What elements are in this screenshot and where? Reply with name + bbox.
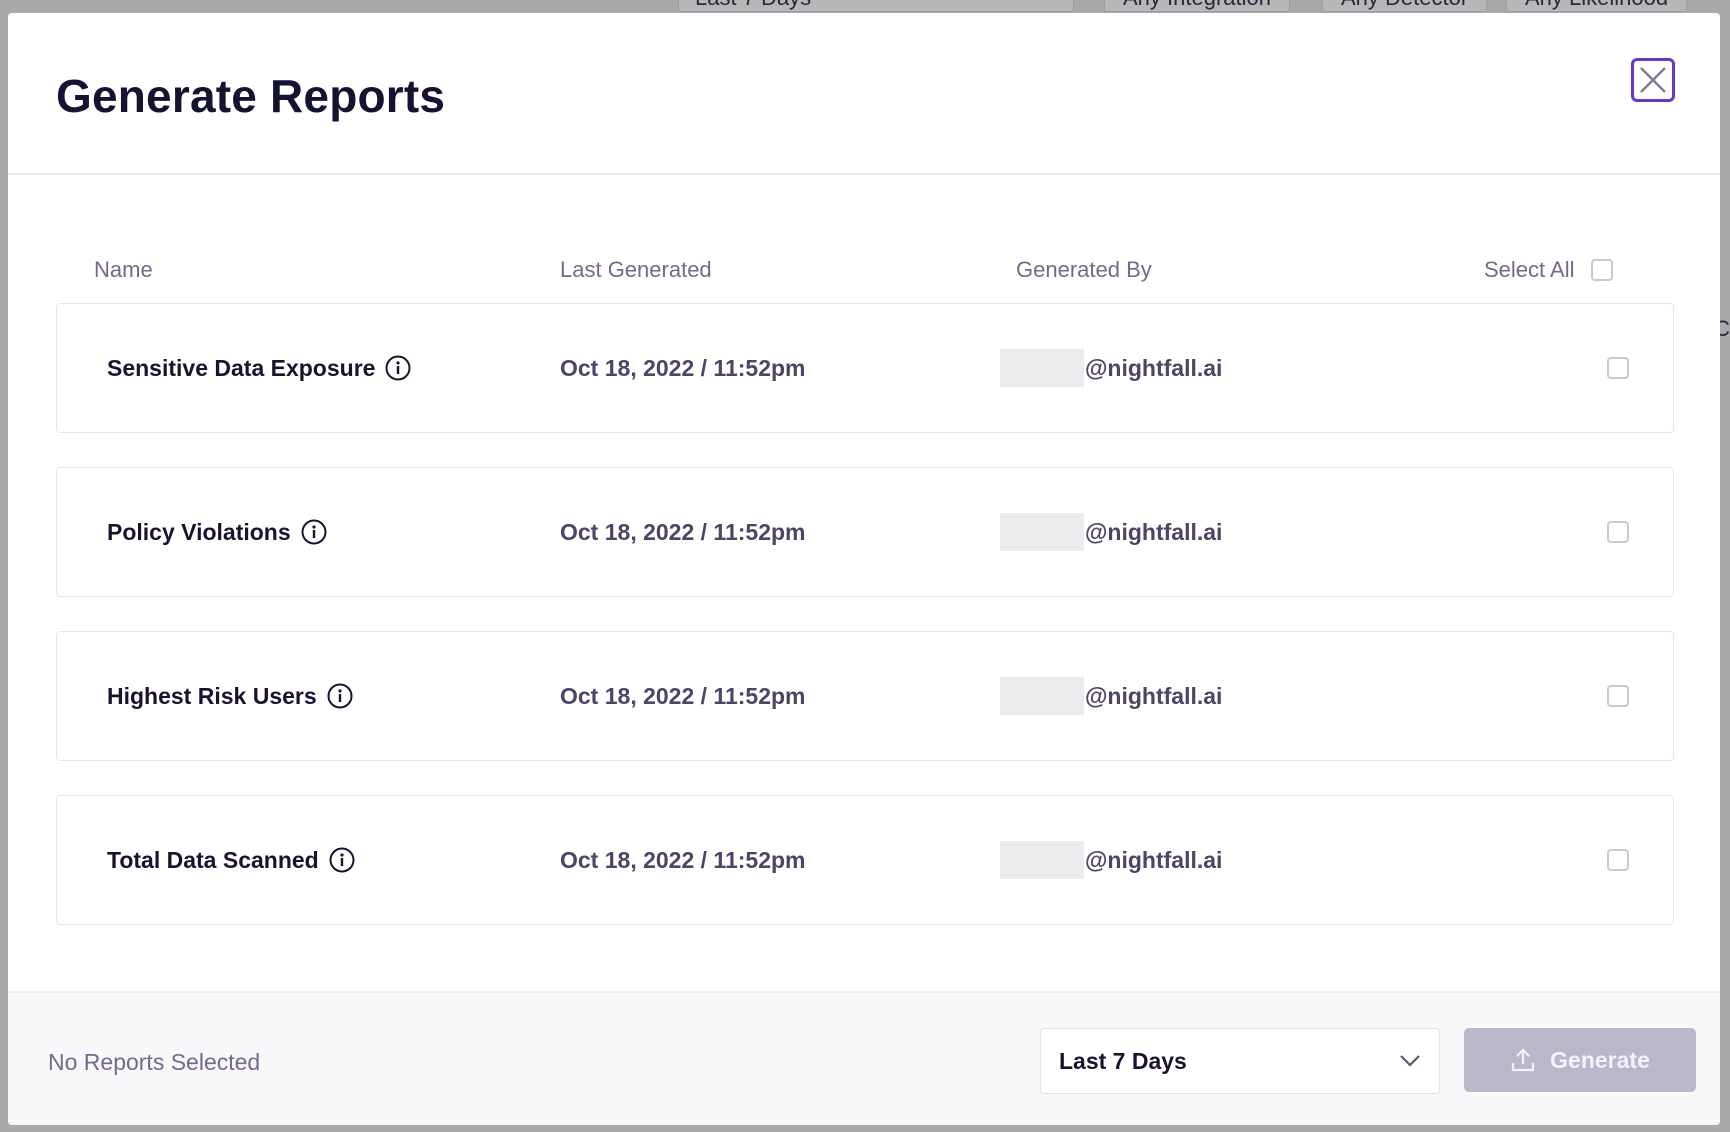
- column-header-generated-by: Generated By: [1016, 257, 1152, 282]
- modal-header: Generate Reports: [8, 13, 1720, 175]
- column-header-last-generated: Last Generated: [560, 257, 712, 282]
- column-header-name: Name: [94, 257, 153, 282]
- report-row: Total Data Scanned Oct 18, 2022 / 11:52p…: [56, 795, 1674, 925]
- generate-button-label: Generate: [1550, 1046, 1650, 1073]
- close-icon: [1640, 67, 1666, 93]
- report-checkbox[interactable]: [1607, 521, 1629, 543]
- modal-title: Generate Reports: [56, 70, 446, 122]
- info-icon[interactable]: [385, 355, 411, 381]
- report-last-generated: Oct 18, 2022 / 11:52pm: [560, 682, 806, 709]
- redacted-username: [1000, 677, 1084, 715]
- report-checkbox[interactable]: [1607, 357, 1629, 379]
- report-name: Policy Violations: [107, 468, 327, 596]
- redacted-username: [1000, 513, 1084, 551]
- report-generated-by: @nightfall.ai: [1000, 468, 1222, 596]
- report-last-generated: Oct 18, 2022 / 11:52pm: [560, 354, 806, 381]
- generate-button[interactable]: Generate: [1464, 1028, 1696, 1092]
- modal-footer: No Reports Selected Last 7 Days Generate: [8, 991, 1720, 1125]
- report-generated-by: @nightfall.ai: [1000, 632, 1222, 760]
- redacted-username: [1000, 349, 1084, 387]
- report-row: Highest Risk Users Oct 18, 2022 / 11:52p…: [56, 631, 1674, 761]
- select-all[interactable]: Select All: [1484, 257, 1613, 283]
- background-filters: Last 7 Days Any Integration Any Detector…: [0, 0, 1730, 12]
- info-icon[interactable]: [327, 683, 353, 709]
- report-name: Highest Risk Users: [107, 632, 353, 760]
- report-generated-by: @nightfall.ai: [1000, 796, 1222, 924]
- generated-by-domain: @nightfall.ai: [1085, 354, 1223, 381]
- report-name: Total Data Scanned: [107, 796, 355, 924]
- report-checkbox[interactable]: [1607, 849, 1629, 871]
- date-range-value: Last 7 Days: [1059, 1047, 1187, 1074]
- report-name-label: Total Data Scanned: [107, 846, 319, 873]
- background-chip: Any Detector: [1322, 0, 1488, 12]
- select-all-label: Select All: [1484, 257, 1575, 282]
- generated-by-domain: @nightfall.ai: [1085, 846, 1223, 873]
- selection-status: No Reports Selected: [48, 1049, 261, 1075]
- report-last-generated: Oct 18, 2022 / 11:52pm: [560, 518, 806, 545]
- report-row: Sensitive Data Exposure Oct 18, 2022 / 1…: [56, 303, 1674, 433]
- report-row: Policy Violations Oct 18, 2022 / 11:52pm…: [56, 467, 1674, 597]
- select-all-checkbox[interactable]: [1590, 259, 1613, 281]
- report-checkbox[interactable]: [1607, 685, 1629, 707]
- date-range-select[interactable]: Last 7 Days: [1040, 1028, 1440, 1094]
- background-chip: Any Likelihood: [1506, 0, 1688, 12]
- report-name: Sensitive Data Exposure: [107, 304, 411, 432]
- generated-by-domain: @nightfall.ai: [1085, 518, 1223, 545]
- generate-reports-modal: Generate Reports Name Last Generated Gen…: [8, 13, 1720, 1125]
- info-icon[interactable]: [301, 519, 327, 545]
- generated-by-domain: @nightfall.ai: [1085, 682, 1223, 709]
- chevron-down-icon: [1400, 1055, 1420, 1067]
- info-icon[interactable]: [329, 847, 355, 873]
- redacted-username: [1000, 841, 1084, 879]
- background-chip: Any Integration: [1104, 0, 1290, 12]
- report-name-label: Sensitive Data Exposure: [107, 354, 376, 381]
- report-generated-by: @nightfall.ai: [1000, 304, 1222, 432]
- report-last-generated: Oct 18, 2022 / 11:52pm: [560, 846, 806, 873]
- background-range-select: Last 7 Days: [678, 0, 1074, 12]
- close-button[interactable]: [1631, 58, 1675, 102]
- upload-icon: [1512, 1048, 1535, 1072]
- report-name-label: Highest Risk Users: [107, 682, 317, 709]
- report-name-label: Policy Violations: [107, 518, 291, 545]
